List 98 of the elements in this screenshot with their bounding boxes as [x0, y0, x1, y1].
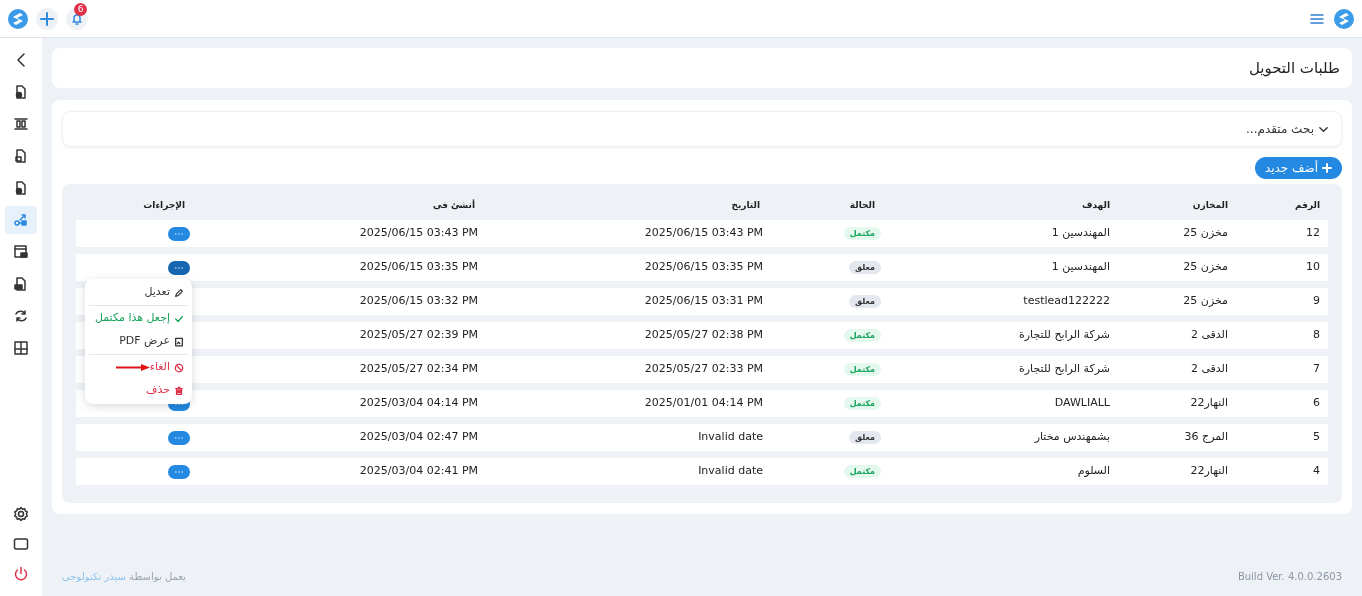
add-button[interactable]: [36, 7, 58, 30]
status-badge: معلق: [849, 261, 881, 274]
dots-icon: [175, 232, 183, 235]
table-cell: بشمهندس مختار: [1034, 429, 1110, 446]
table-cell: 7: [1313, 361, 1320, 378]
status-badge: مكتمل: [843, 329, 881, 342]
table-cell: 6: [1313, 395, 1320, 412]
notification-badge: 6: [74, 2, 87, 16]
menu-item[interactable]: عرض PDF: [89, 330, 188, 353]
add-new-button[interactable]: أضف جديد: [1254, 157, 1342, 179]
table-cell: الدقى 2: [1190, 361, 1228, 378]
layout-icon: [13, 340, 29, 356]
menu-icon[interactable]: [1310, 11, 1324, 26]
table-cell: النهار22: [1190, 463, 1228, 480]
status-badge: معلق: [849, 295, 881, 308]
table-cell: 10: [1306, 259, 1320, 276]
table-cell: شركة الرابح للتجارة: [1019, 327, 1110, 344]
table-cell: 5: [1313, 429, 1320, 446]
table-cell: 4: [1313, 463, 1320, 480]
status-badge: مكتمل: [843, 363, 881, 376]
table-cell: المرج 36: [1184, 429, 1228, 446]
table-cell: 2025/06/15 03:43 PM: [644, 225, 763, 242]
table-cell: 2025/05/27 02:39 PM: [359, 327, 478, 344]
column-header: الهدف: [1081, 199, 1110, 213]
more-actions-button[interactable]: [168, 464, 190, 479]
table-cell: DAWLIALL: [1054, 395, 1110, 412]
column-header: أنشئ فى: [433, 199, 475, 213]
table-cell: 2025/06/15 03:43 PM: [359, 225, 478, 242]
screen-icon[interactable]: [13, 536, 29, 552]
table-cell: 2025/03/04 02:41 PM: [359, 463, 478, 480]
ban-icon: [174, 362, 184, 373]
power-icon[interactable]: [13, 566, 29, 582]
document-icon: [13, 84, 29, 100]
table-cell: المهندسين 1: [1051, 259, 1110, 276]
table-cell: المهندسين 1: [1051, 225, 1110, 242]
column-header: المخازن: [1192, 199, 1228, 213]
table-cell: السلوم: [1077, 463, 1110, 480]
table-cell: Invalid date: [698, 429, 763, 446]
check-icon: [174, 313, 184, 324]
table-cell: 2025/01/01 04:14 PM: [644, 395, 763, 412]
more-actions-button[interactable]: [168, 430, 190, 445]
table-cell: 8: [1313, 327, 1320, 344]
table-cell: 2025/03/04 02:47 PM: [359, 429, 478, 446]
columns-icon: [13, 116, 29, 132]
document-icon: [174, 336, 184, 347]
table-cell: 2025/06/15 03:35 PM: [644, 259, 763, 276]
menu-item[interactable]: حذف: [89, 379, 188, 402]
app-logo[interactable]: [8, 8, 28, 29]
column-header: الإجراءات: [143, 199, 185, 213]
table-cell: 2025/05/27 02:38 PM: [644, 327, 763, 344]
table-cell: Invalid date: [698, 463, 763, 480]
status-badge: مكتمل: [843, 397, 881, 410]
table-cell: 12: [1306, 225, 1320, 242]
table-cell: 2025/06/15 03:32 PM: [359, 293, 478, 310]
dots-icon: [175, 436, 183, 439]
transfer-icon: [13, 212, 29, 228]
column-header: التاريخ: [731, 199, 760, 213]
table-cell: الدقى 2: [1190, 327, 1228, 344]
dots-icon: [175, 266, 183, 269]
menu-item[interactable]: إجعل هذا مكتمل: [89, 307, 188, 330]
table-cell: النهار22: [1190, 395, 1228, 412]
settings-icon[interactable]: [13, 506, 29, 522]
column-header: الرقم: [1295, 199, 1320, 213]
table-cell: 2025/06/15 03:31 PM: [644, 293, 763, 310]
build-version: Build Ver. 4.0.0.2603: [1237, 570, 1342, 584]
app-logo[interactable]: [1334, 8, 1354, 29]
pencil-icon: [174, 287, 184, 298]
menu-item[interactable]: الغاء: [89, 356, 188, 379]
table-cell: مخزن 25: [1183, 259, 1228, 276]
table-cell: شركة الرابح للتجارة: [1019, 361, 1110, 378]
table-cell: testlead122222: [1023, 293, 1110, 310]
bell-icon: [71, 12, 83, 25]
table-cell: 2025/03/04 04:14 PM: [359, 395, 478, 412]
more-actions-button[interactable]: [168, 226, 190, 241]
document-icon: [13, 148, 29, 164]
table-cell: 2025/06/15 03:35 PM: [359, 259, 478, 276]
table-cell: مخزن 25: [1183, 293, 1228, 310]
page-title: طلبات التحويل: [1248, 57, 1340, 79]
arrow-icon: [116, 364, 150, 371]
status-badge: مكتمل: [843, 465, 881, 478]
refresh-icon: [13, 308, 29, 324]
column-header: الحالة: [849, 199, 875, 213]
table-cell: 9: [1313, 293, 1320, 310]
menu-item[interactable]: تعديل: [89, 281, 188, 304]
document-icon: [13, 276, 29, 292]
table-cell: 2025/05/27 02:33 PM: [644, 361, 763, 378]
table-cell: 2025/05/27 02:34 PM: [359, 361, 478, 378]
archive-icon: [13, 244, 29, 260]
table-cell: مخزن 25: [1183, 225, 1228, 242]
powered-by-text: يعمل بواسطة سيدر تكنولوجى: [62, 570, 186, 584]
status-badge: مكتمل: [843, 227, 881, 240]
more-actions-button[interactable]: [168, 260, 190, 275]
advanced-search-toggle[interactable]: بحث متقدم...: [62, 111, 1342, 147]
plus-icon: [1322, 163, 1332, 173]
status-badge: معلق: [849, 431, 881, 444]
trash-icon: [174, 385, 184, 396]
document-check-icon: [13, 180, 29, 196]
dots-icon: [175, 470, 183, 473]
